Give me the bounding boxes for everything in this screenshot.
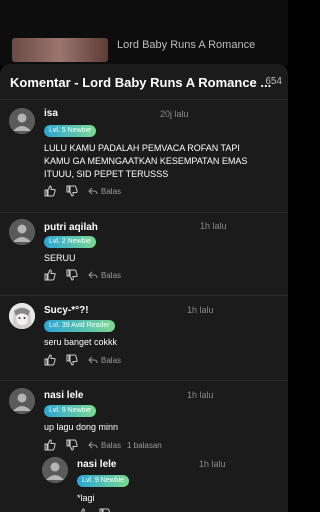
- comment-time: 20j lalu: [160, 109, 189, 119]
- dislike-icon[interactable]: [99, 508, 111, 512]
- avatar[interactable]: [9, 303, 35, 329]
- replies-count[interactable]: 1 balasan: [127, 441, 162, 450]
- background-page: Lord Baby Runs A Romance: [0, 0, 288, 66]
- like-icon[interactable]: [44, 439, 56, 451]
- default-user-icon: [9, 388, 35, 414]
- comment-author[interactable]: isa: [44, 108, 58, 119]
- reply-label: Balas: [101, 355, 122, 365]
- reply-text: *lagi: [77, 493, 95, 503]
- reply-button[interactable]: Balas: [88, 186, 121, 196]
- comment-text: up lagu dong minn: [44, 422, 119, 432]
- reply-arrow-icon: [88, 441, 98, 449]
- reply-actions: [77, 508, 121, 512]
- avatar[interactable]: [9, 219, 35, 245]
- level-badge: Lvl. 5 Newbie: [44, 125, 97, 137]
- divider: [0, 295, 288, 296]
- comment-time: 1h lalu: [187, 390, 214, 400]
- comment-text: SERUU: [44, 253, 76, 263]
- comment-actions: Balas 1 balasan: [44, 439, 162, 451]
- sheet-title: Komentar - Lord Baby Runs A Romance ...: [10, 75, 272, 90]
- level-badge: Lvl. 39 Avid Reader: [44, 320, 115, 332]
- level-badge: Lvl. 2 Newbie: [44, 236, 97, 248]
- like-icon[interactable]: [77, 508, 89, 512]
- default-user-icon: [9, 219, 35, 245]
- comment-author[interactable]: Sucy-*°?!: [44, 305, 89, 316]
- default-user-icon: [9, 108, 35, 134]
- comment-count: 654: [265, 76, 282, 87]
- like-icon[interactable]: [44, 269, 56, 281]
- level-badge: Lvl. 9 Newbie: [44, 405, 97, 417]
- reply-label: Balas: [101, 440, 122, 450]
- reply-button[interactable]: Balas: [88, 355, 121, 365]
- reply-time: 1h lalu: [199, 459, 226, 469]
- comment-text: LULU KAMU PADALAH PEMVACA ROFAN TAPI KAM…: [44, 143, 248, 179]
- sheet-header: Komentar - Lord Baby Runs A Romance ... …: [0, 64, 288, 100]
- background-title: Lord Baby Runs A Romance: [117, 39, 256, 51]
- comment-time: 1h lalu: [187, 305, 214, 315]
- dislike-icon[interactable]: [66, 439, 78, 451]
- dislike-icon[interactable]: [66, 354, 78, 366]
- reply-label: Balas: [101, 270, 122, 280]
- cover-thumbnail: [12, 38, 108, 62]
- comment-time: 1h lalu: [200, 221, 227, 231]
- dislike-icon[interactable]: [66, 185, 78, 197]
- divider: [0, 212, 288, 213]
- reply-arrow-icon: [88, 356, 98, 364]
- level-badge: Lvl. 9 Newbie: [77, 475, 130, 487]
- comment-actions: Balas: [44, 269, 121, 281]
- reply-arrow-icon: [88, 187, 98, 195]
- comments-sheet: Komentar - Lord Baby Runs A Romance ... …: [0, 64, 288, 512]
- comment-text: seru banget cokkk: [44, 337, 118, 347]
- like-icon[interactable]: [44, 185, 56, 197]
- comment-actions: Balas: [44, 354, 121, 366]
- default-user-icon: [42, 457, 68, 483]
- reply-label: Balas: [101, 186, 122, 196]
- like-icon[interactable]: [44, 354, 56, 366]
- dislike-icon[interactable]: [66, 269, 78, 281]
- divider: [0, 380, 288, 381]
- comment-author[interactable]: putri aqilah: [44, 222, 98, 233]
- reply-button[interactable]: Balas: [88, 270, 121, 280]
- anime-avatar-icon: [9, 303, 35, 329]
- reply-author[interactable]: nasi lele: [77, 459, 116, 470]
- comment-author[interactable]: nasi lele: [44, 390, 83, 401]
- comment-actions: Balas: [44, 185, 121, 197]
- avatar[interactable]: [9, 108, 35, 134]
- reply-button[interactable]: Balas: [88, 440, 121, 450]
- avatar[interactable]: [42, 457, 68, 483]
- reply-arrow-icon: [88, 271, 98, 279]
- avatar[interactable]: [9, 388, 35, 414]
